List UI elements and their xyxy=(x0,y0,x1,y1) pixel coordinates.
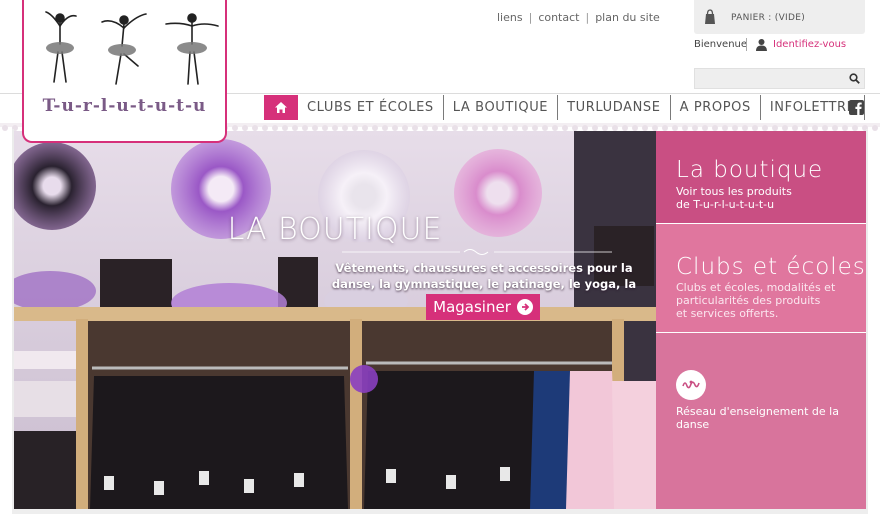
welcome-text: Bienvenue xyxy=(694,39,748,50)
logo-shadow-text xyxy=(237,44,243,66)
panel-subtitle: Voir tous les produits de T-u-r-l-u-t-u-… xyxy=(676,185,792,211)
search-input[interactable] xyxy=(695,72,843,91)
nav-a-propos[interactable]: A PROPOS xyxy=(671,95,761,120)
user-icon xyxy=(756,39,767,51)
nav-clubs-ecoles[interactable]: CLUBS ET ÉCOLES xyxy=(298,95,444,120)
hero-ornament xyxy=(342,249,612,255)
cart-label: PANIER : (VIDE) xyxy=(731,13,806,23)
frame-bottom xyxy=(12,509,868,514)
nav-turludanse[interactable]: TURLUDANSE xyxy=(558,95,671,120)
link-sitemap[interactable]: plan du site xyxy=(595,11,660,24)
hero-banner[interactable]: LA BOUTIQUE Vêtements, chaussures et acc… xyxy=(14,131,656,509)
home-button[interactable] xyxy=(264,95,298,120)
top-links: liens | contact | plan du site xyxy=(497,11,660,24)
link-liens[interactable]: liens xyxy=(497,11,523,24)
welcome-separator xyxy=(746,38,747,51)
arrow-right-icon xyxy=(516,299,533,315)
home-icon xyxy=(275,102,287,113)
logo-text: T-u-r-l-u-t-u-t-u xyxy=(42,96,207,116)
panel-title: La boutique xyxy=(676,157,824,183)
panel-subtitle: Clubs et écoles, modalités et particular… xyxy=(676,281,836,320)
cart-button[interactable]: PANIER : (VIDE) xyxy=(694,0,865,34)
link-separator: | xyxy=(528,11,533,24)
network-logo-icon xyxy=(676,370,706,400)
dancers-illustration xyxy=(45,11,219,85)
panel-la-boutique[interactable]: La boutique Voir tous les produits de T-… xyxy=(656,131,866,223)
shop-button-label: Magasiner xyxy=(433,298,511,316)
search-box xyxy=(694,68,865,91)
shop-photo xyxy=(14,131,656,509)
panel-title: Clubs et écoles xyxy=(676,254,866,280)
link-contact[interactable]: contact xyxy=(538,11,579,24)
search-icon[interactable] xyxy=(849,73,860,84)
site-logo[interactable]: T-u-r-l-u-t-u-t-u xyxy=(22,0,227,143)
shop-button[interactable]: Magasiner xyxy=(426,294,540,320)
main-nav: CLUBS ET ÉCOLES LA BOUTIQUE TURLUDANSE A… xyxy=(264,95,866,120)
nav-la-boutique[interactable]: LA BOUTIQUE xyxy=(444,95,559,120)
login-link[interactable]: Identifiez-vous xyxy=(773,39,846,50)
panel-reseau[interactable]: Réseau d'enseignement de la danse xyxy=(656,333,866,509)
link-separator: | xyxy=(585,11,590,24)
cart-icon xyxy=(705,9,715,24)
frame-right xyxy=(866,129,868,513)
facebook-icon[interactable] xyxy=(849,100,864,115)
hero-title: LA BOUTIQUE xyxy=(227,212,443,247)
panel-clubs-ecoles[interactable]: Clubs et écoles Clubs et écoles, modalit… xyxy=(656,224,866,332)
panel-subtitle: Réseau d'enseignement de la danse xyxy=(676,405,839,431)
